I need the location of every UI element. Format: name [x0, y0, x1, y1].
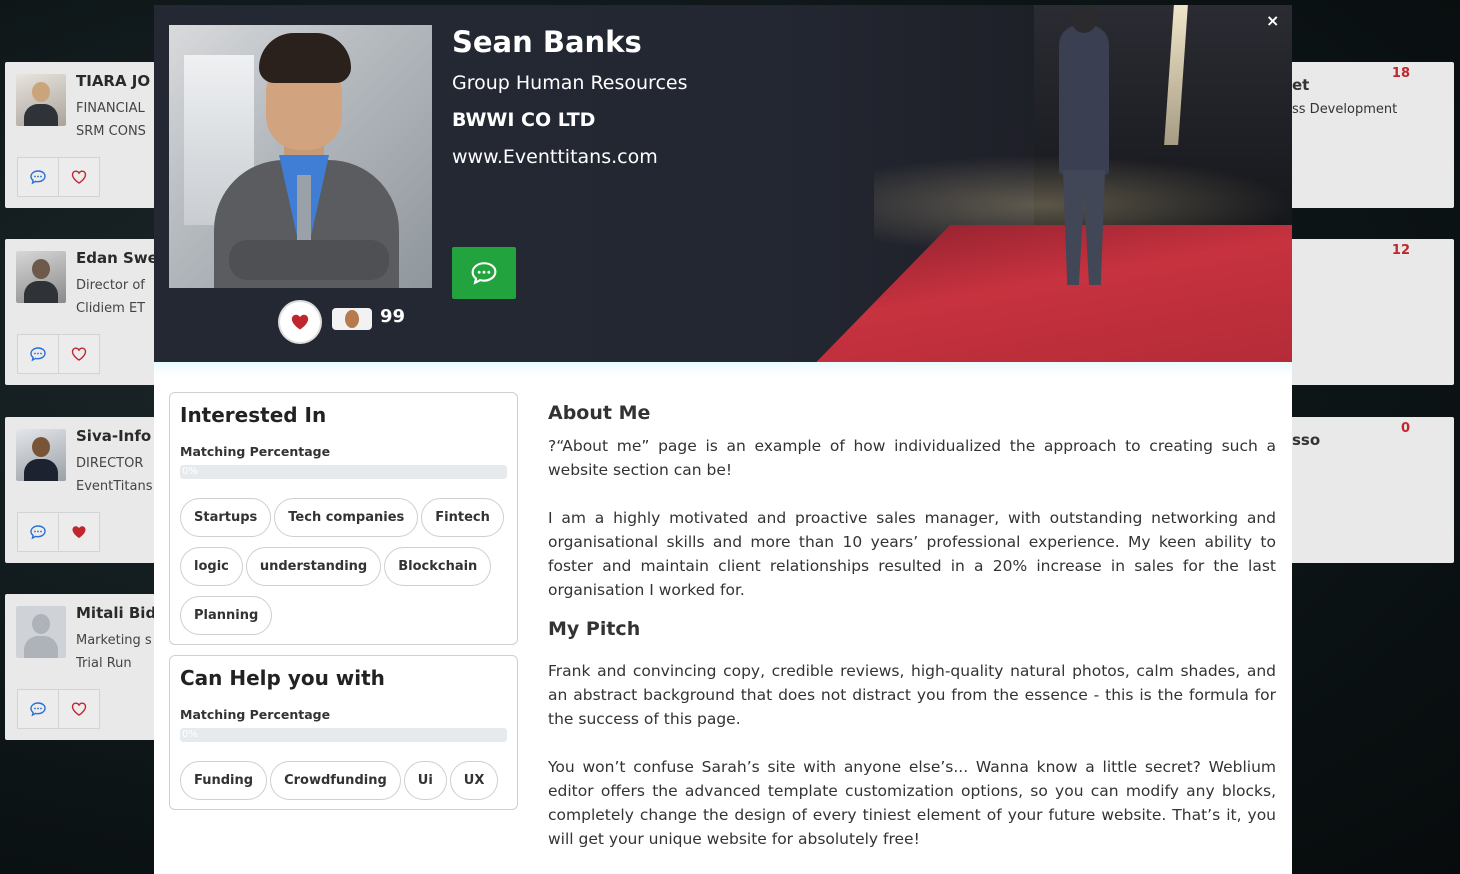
tag[interactable]: Startups — [180, 498, 272, 537]
bg-attendee-card[interactable]: Edan Swe Director of Clidiem ET — [5, 239, 155, 385]
profile-name: Sean Banks — [452, 25, 642, 59]
tag[interactable]: Ui — [403, 761, 447, 800]
tag[interactable]: Funding — [180, 761, 268, 800]
tag[interactable]: Crowdfunding — [270, 761, 401, 800]
avatar-placeholder — [16, 606, 66, 658]
like-button[interactable] — [58, 689, 100, 729]
attendee-name: sso — [1292, 431, 1321, 449]
bg-attendee-card[interactable]: Mitali Bid Marketing s Trial Run — [5, 594, 155, 740]
avatar — [16, 74, 66, 126]
pitch-paragraph: Frank and convincing copy, credible revi… — [548, 662, 1276, 728]
like-count: 99 — [380, 306, 406, 327]
chat-button[interactable] — [17, 157, 59, 197]
like-button[interactable] — [58, 512, 100, 552]
pitch-heading: My Pitch — [548, 618, 641, 640]
heart-outline-icon — [71, 170, 87, 184]
chat-button[interactable] — [17, 689, 59, 729]
attendee-name: TIARA JO — [76, 72, 151, 90]
profile-title: Group Human Resources — [452, 72, 688, 94]
attendee-title: DIRECTOR — [76, 456, 144, 471]
profile-modal: × 99 Sean Banks Group Human Resources BW… — [154, 5, 1292, 874]
bg-attendee-card[interactable]: 12 — [1288, 239, 1454, 385]
about-heading: About Me — [548, 402, 651, 424]
tag-list: Funding Crowdfunding Ui UX — [180, 761, 512, 800]
avatar — [16, 429, 66, 481]
matching-value: 0% — [182, 729, 198, 740]
match-count: 12 — [1391, 243, 1410, 258]
avatar — [16, 251, 66, 303]
attendee-name: Mitali Bid — [76, 604, 155, 622]
about-paragraph: I am a highly motivated and proactive sa… — [548, 509, 1276, 599]
close-icon[interactable]: × — [1266, 11, 1279, 30]
bg-attendee-card[interactable]: TIARA JO FINANCIAL SRM CONS — [5, 62, 155, 208]
chat-icon — [30, 170, 46, 185]
matching-progress: 0% — [180, 465, 507, 479]
tag[interactable]: Fintech — [421, 498, 504, 537]
matching-progress: 0% — [180, 728, 507, 742]
interested-in-panel: Interested In Matching Percentage 0% Sta… — [169, 392, 518, 645]
chat-icon — [30, 702, 46, 717]
attendee-title: FINANCIAL — [76, 101, 145, 116]
like-button[interactable] — [58, 334, 100, 374]
bg-attendee-card[interactable]: Siva-Info DIRECTOR EventTitans — [5, 417, 155, 563]
attendee-company: Trial Run — [76, 656, 132, 671]
can-help-panel: Can Help you with Matching Percentage 0%… — [169, 655, 518, 810]
tag[interactable]: logic — [180, 547, 243, 586]
attendee-title: Marketing s — [76, 633, 152, 648]
chat-icon — [30, 347, 46, 362]
chat-icon — [30, 525, 46, 540]
chat-button[interactable] — [17, 512, 59, 552]
attendee-title: ss Development — [1292, 102, 1398, 117]
attendee-company: EventTitans — [76, 479, 153, 494]
tag[interactable]: Blockchain — [384, 547, 492, 586]
heart-filled-icon — [72, 526, 86, 538]
bg-attendee-card[interactable]: 18 et ss Development — [1288, 62, 1454, 208]
match-count: 18 — [1391, 66, 1410, 81]
chat-button[interactable] — [452, 247, 516, 299]
profile-photo — [169, 25, 432, 288]
attendee-name: Siva-Info — [76, 427, 152, 445]
attendee-name: et — [1292, 76, 1310, 94]
about-paragraph: ?“About me” page is an example of how in… — [548, 437, 1276, 479]
panel-heading: Interested In — [180, 403, 327, 427]
profile-website[interactable]: www.Eventtitans.com — [452, 146, 658, 168]
matching-value: 0% — [182, 466, 198, 477]
bg-attendee-card[interactable]: 0 sso — [1288, 417, 1454, 563]
tag[interactable]: UX — [449, 761, 499, 800]
matching-label: Matching Percentage — [180, 707, 331, 722]
attendee-name: Edan Swe — [76, 249, 155, 267]
profile-hero: × 99 Sean Banks Group Human Resources BW… — [154, 5, 1292, 362]
chat-icon — [471, 262, 497, 285]
attendee-company: SRM CONS — [76, 124, 146, 139]
attendee-title: Director of — [76, 278, 145, 293]
panel-heading: Can Help you with — [180, 666, 385, 690]
tag[interactable]: Planning — [180, 596, 273, 635]
liker-avatar — [332, 308, 372, 330]
match-count: 0 — [1400, 421, 1410, 436]
matching-label: Matching Percentage — [180, 444, 331, 459]
profile-company: BWWI CO LTD — [452, 109, 596, 131]
heart-outline-icon — [71, 702, 87, 716]
pitch-paragraph: You won’t confuse Sarah’s site with anyo… — [548, 758, 1276, 848]
like-button[interactable] — [280, 302, 320, 342]
tag[interactable]: Tech companies — [274, 498, 419, 537]
tag-list: Startups Tech companies Fintech logic un… — [180, 498, 512, 635]
tag[interactable]: understanding — [245, 547, 382, 586]
heart-filled-icon — [291, 314, 309, 330]
heart-outline-icon — [71, 347, 87, 361]
attendee-company: Clidiem ET — [76, 301, 146, 316]
chat-button[interactable] — [17, 334, 59, 374]
like-button[interactable] — [58, 157, 100, 197]
